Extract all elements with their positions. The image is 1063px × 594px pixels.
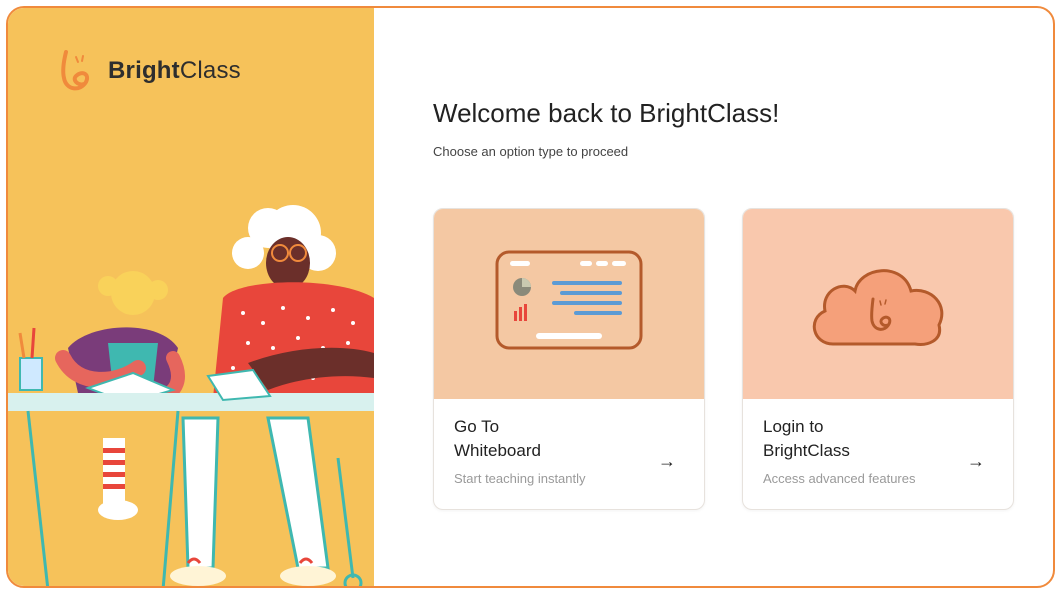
login-card-body: Login to BrightClass Access advanced fea… bbox=[743, 399, 1013, 502]
whiteboard-card-title: Go To Whiteboard bbox=[454, 415, 604, 463]
login-option-card[interactable]: Login to BrightClass Access advanced fea… bbox=[742, 208, 1014, 510]
page-subtitle: Choose an option type to proceed bbox=[433, 144, 629, 159]
whiteboard-title-line2: Whiteboard bbox=[454, 441, 541, 460]
whiteboard-card-description: Start teaching instantly bbox=[454, 471, 586, 486]
arrow-right-icon[interactable]: → bbox=[967, 451, 985, 472]
whiteboard-card-illustration bbox=[434, 209, 704, 399]
brand-name: BrightClass bbox=[108, 57, 241, 85]
teacher-student-illustration bbox=[8, 205, 374, 586]
brand-name-bold: Bright bbox=[108, 57, 180, 84]
whiteboard-option-card[interactable]: Go To Whiteboard Start teaching instantl… bbox=[433, 208, 705, 510]
cloud-logo-icon bbox=[812, 269, 944, 346]
whiteboard-card-body: Go To Whiteboard Start teaching instantl… bbox=[434, 399, 704, 502]
login-card-illustration bbox=[743, 209, 1013, 399]
brand-logo: BrightClass bbox=[56, 48, 241, 94]
app-frame: BrightClass Welcome back to BrightClass!… bbox=[6, 6, 1055, 588]
main-panel: Welcome back to BrightClass! Choose an o… bbox=[374, 8, 1053, 586]
left-panel: BrightClass bbox=[8, 8, 374, 586]
login-card-title: Login to BrightClass bbox=[763, 415, 913, 463]
brand-name-light: Class bbox=[179, 57, 241, 84]
login-title-line2: BrightClass bbox=[763, 441, 850, 460]
login-title-line1: Login to bbox=[763, 417, 824, 436]
whiteboard-title-line1: Go To bbox=[454, 417, 500, 436]
login-card-description: Access advanced features bbox=[763, 471, 916, 486]
brightclass-logo-icon bbox=[61, 50, 89, 91]
arrow-right-icon[interactable]: → bbox=[658, 451, 676, 472]
whiteboard-icon bbox=[495, 250, 643, 350]
page-title: Welcome back to BrightClass! bbox=[433, 98, 780, 128]
